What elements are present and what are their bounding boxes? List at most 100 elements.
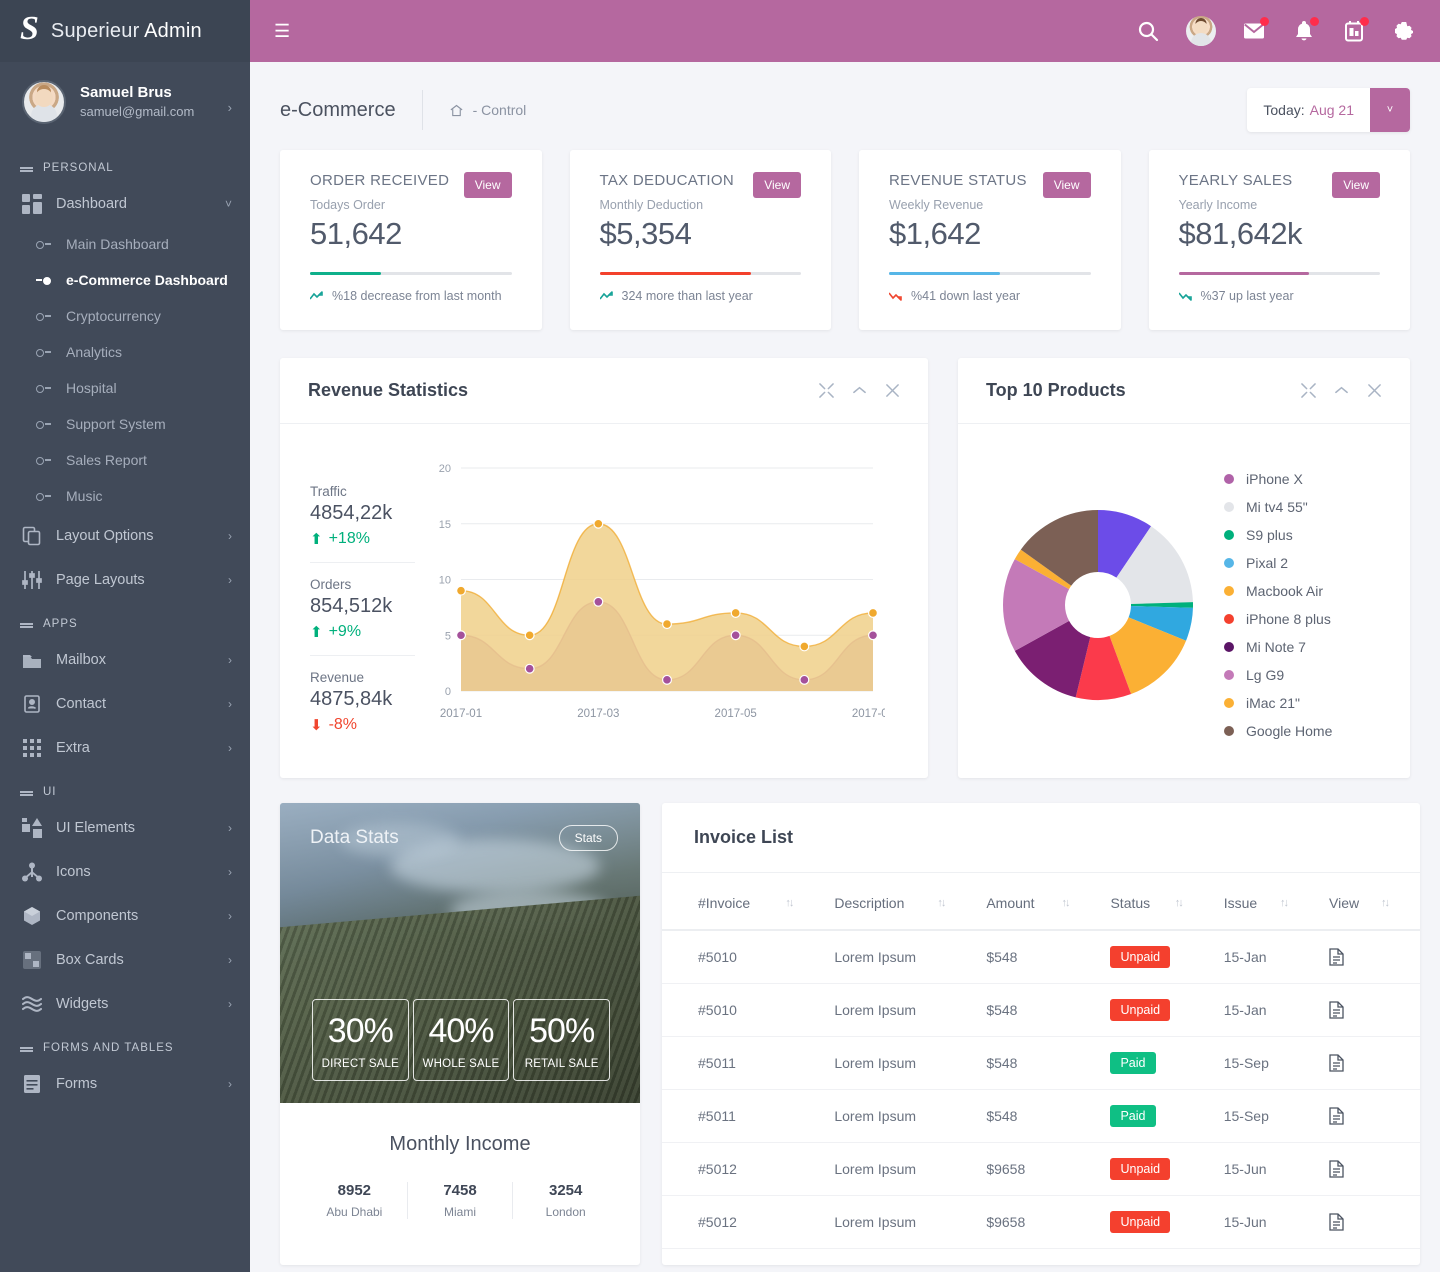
bullet-icon: [36, 239, 52, 249]
legend-item[interactable]: iMac 21": [1224, 689, 1390, 717]
column-header-issue[interactable]: Issue ↑↓: [1213, 873, 1319, 931]
cell-invoice: #5012: [662, 1195, 825, 1249]
sort-icon[interactable]: ↑↓: [785, 897, 794, 909]
table-row[interactable]: #5012 Lorem Ipsum $9658 Unpaid 15-Jun: [662, 1142, 1420, 1196]
breadcrumb[interactable]: - Control: [449, 102, 527, 118]
chevron-right-icon[interactable]: ›: [228, 100, 232, 115]
mail-icon[interactable]: [1242, 17, 1269, 43]
sidebar-item-ui-elements[interactable]: UI Elements ›: [0, 806, 250, 850]
stats-button[interactable]: Stats: [558, 825, 618, 851]
sort-icon[interactable]: ↑↓: [937, 897, 946, 909]
cell-description: Lorem Ipsum: [824, 1142, 977, 1196]
revenue-legend-traffic: Traffic 4854,22k ⬆ +18%: [310, 484, 415, 562]
view-button[interactable]: View: [1332, 172, 1380, 198]
view-button[interactable]: View: [753, 172, 801, 198]
monthly-income-city: London: [545, 1205, 586, 1219]
bullet-icon: [36, 419, 52, 429]
column-header-view[interactable]: View ↑↓: [1319, 873, 1420, 931]
sidebar-item-sales-report[interactable]: Sales Report: [0, 442, 250, 478]
table-row[interactable]: #5010 Lorem Ipsum $548 Unpaid 15-Jan: [662, 983, 1420, 1037]
sidebar-item-layout-options[interactable]: Layout Options ›: [0, 514, 250, 558]
legend-item[interactable]: Macbook Air: [1224, 577, 1390, 605]
sidebar-item-main-dashboard[interactable]: Main Dashboard: [0, 226, 250, 262]
document-icon[interactable]: [1329, 1054, 1344, 1072]
gear-icon[interactable]: [1392, 19, 1416, 43]
document-icon[interactable]: [1329, 1001, 1344, 1019]
legend-item[interactable]: Pixal 2: [1224, 549, 1390, 577]
sidebar-item-contact[interactable]: Contact ›: [0, 682, 250, 726]
sidebar-item-forms[interactable]: Forms ›: [0, 1062, 250, 1106]
view-button[interactable]: View: [463, 172, 512, 198]
hamburger-menu-icon[interactable]: ☰: [274, 22, 294, 40]
legend-item[interactable]: Mi Note 7: [1224, 633, 1390, 661]
close-icon[interactable]: [885, 383, 900, 398]
column-header-status[interactable]: Status ↑↓: [1100, 873, 1214, 931]
sort-icon[interactable]: ↑↓: [1381, 897, 1390, 909]
status-badge: Paid: [1110, 1105, 1156, 1127]
table-row[interactable]: #5010 Lorem Ipsum $548 Unpaid 15-Jan: [662, 930, 1420, 984]
data-stats-label: DIRECT SALE: [321, 1058, 400, 1070]
legend-item[interactable]: S9 plus: [1224, 521, 1390, 549]
document-icon[interactable]: [1329, 1160, 1344, 1178]
collapse-icon[interactable]: [1334, 383, 1349, 398]
sidebar-item-box-cards[interactable]: Box Cards ›: [0, 938, 250, 982]
column-header-description[interactable]: Description ↑↓: [824, 873, 977, 931]
sort-icon[interactable]: ↑↓: [1061, 897, 1070, 909]
bell-icon[interactable]: [1292, 17, 1319, 43]
collapse-icon[interactable]: [852, 383, 867, 398]
document-icon[interactable]: [1329, 1213, 1344, 1231]
monthly-income-value: 8952: [337, 1182, 372, 1199]
date-picker-label: Today: Aug 21: [1247, 88, 1370, 132]
close-icon[interactable]: [1367, 383, 1382, 398]
sort-icon[interactable]: ↑↓: [1280, 897, 1289, 909]
breadcrumb-label: - Control: [472, 102, 527, 118]
sidebar-item-extra[interactable]: Extra ›: [0, 726, 250, 770]
page-title: e-Commerce: [280, 98, 396, 121]
section-dash-icon: [20, 1047, 33, 1049]
sidebar-item-components[interactable]: Components ›: [0, 894, 250, 938]
sidebar-item-ecommerce-dashboard[interactable]: e-Commerce Dashboard: [0, 262, 250, 298]
sidebar-item-mailbox[interactable]: Mailbox ›: [0, 638, 250, 682]
legend-item[interactable]: Mi tv4 55": [1224, 493, 1390, 521]
column-header-amount[interactable]: Amount ↑↓: [976, 873, 1101, 931]
document-icon[interactable]: [1329, 948, 1344, 966]
date-picker[interactable]: Today: Aug 21 ˅: [1247, 88, 1410, 132]
sort-icon[interactable]: ↑↓: [1175, 897, 1184, 909]
date-picker-toggle[interactable]: ˅: [1370, 88, 1410, 132]
brand[interactable]: S Superieur Admin: [0, 0, 250, 62]
sidebar-item-hospital[interactable]: Hospital: [0, 370, 250, 406]
calendar-icon[interactable]: [1342, 17, 1369, 43]
sidebar-item-page-layouts[interactable]: Page Layouts ›: [0, 558, 250, 602]
sidebar-item-music[interactable]: Music: [0, 478, 250, 514]
table-row[interactable]: #5012 Lorem Ipsum $9658 Unpaid 15-Jun: [662, 1195, 1420, 1249]
cell-view: [1319, 1089, 1420, 1143]
legend-item[interactable]: iPhone 8 plus: [1224, 605, 1390, 633]
legend-item[interactable]: iPhone X: [1224, 465, 1390, 493]
expand-icon[interactable]: [819, 383, 834, 398]
user-profile[interactable]: Samuel Brus samuel@gmail.com ›: [0, 62, 250, 146]
table-row[interactable]: #5011 Lorem Ipsum $548 Paid 15-Sep: [662, 1089, 1420, 1143]
column-header-invoice[interactable]: #Invoice ↑↓: [662, 873, 825, 931]
legend-item[interactable]: Google Home: [1224, 717, 1390, 745]
table-row[interactable]: #5011 Lorem Ipsum $548 Paid 15-Sep: [662, 1036, 1420, 1090]
sidebar-item-icons[interactable]: Icons ›: [0, 850, 250, 894]
view-button[interactable]: View: [1042, 172, 1091, 198]
avatar[interactable]: [1186, 16, 1216, 46]
expand-icon[interactable]: [1301, 383, 1316, 398]
contact-card-icon: [24, 695, 40, 713]
chevron-right-icon: ›: [228, 865, 232, 879]
sidebar-item-dashboard[interactable]: Dashboard ˅: [0, 182, 250, 226]
document-icon[interactable]: [1329, 1107, 1344, 1125]
cell-status: Paid: [1100, 1036, 1214, 1090]
trend-down-icon: [1178, 292, 1192, 301]
cell-issue: 15-Sep: [1213, 1036, 1319, 1090]
sidebar-item-analytics[interactable]: Analytics: [0, 334, 250, 370]
charts-row: Revenue Statistics Traffic 4854,22k ⬆ +1…: [250, 330, 1440, 778]
search-icon[interactable]: [1136, 19, 1160, 43]
legend-item[interactable]: Lg G9: [1224, 661, 1390, 689]
sidebar-item-cryptocurrency[interactable]: Cryptocurrency: [0, 298, 250, 334]
sidebar-item-widgets[interactable]: Widgets ›: [0, 982, 250, 1026]
stat-card-value: $81,642k: [1178, 216, 1303, 251]
sidebar-item-support-system[interactable]: Support System: [0, 406, 250, 442]
sidebar: S Superieur Admin Samuel Brus samuel@gma…: [0, 0, 250, 1272]
